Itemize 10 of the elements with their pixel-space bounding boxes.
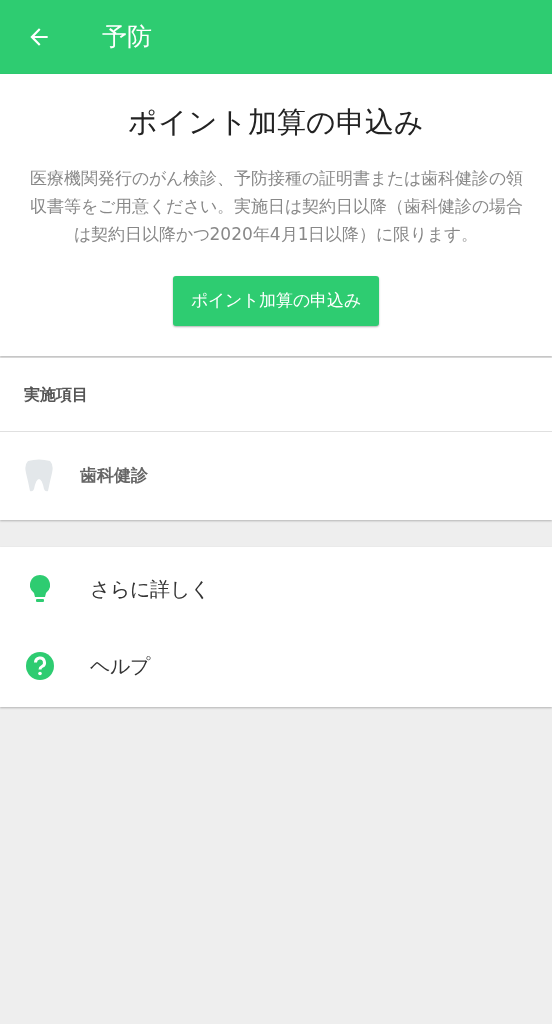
description-text: 医療機関発行のがん検診、予防接種の証明書または歯科健診の領収書等をご用意ください。実施日は契約日以降（歯科健診の場合は契約日以降かつ2020年4月1日以降）に限ります。 <box>28 167 524 246</box>
menu-item[interactable]: ヘルプ <box>0 627 552 704</box>
lightbulb-icon <box>30 574 50 603</box>
item-label: 歯科健診 <box>80 464 148 488</box>
screen-title: 予防 <box>102 21 152 54</box>
card-title: ポイント加算の申込み <box>128 104 424 141</box>
tooth-icon <box>24 459 54 493</box>
help-icon <box>26 651 54 680</box>
menu-item[interactable]: さらに詳しく <box>0 550 552 627</box>
section-heading: 実施項目 <box>24 383 88 406</box>
